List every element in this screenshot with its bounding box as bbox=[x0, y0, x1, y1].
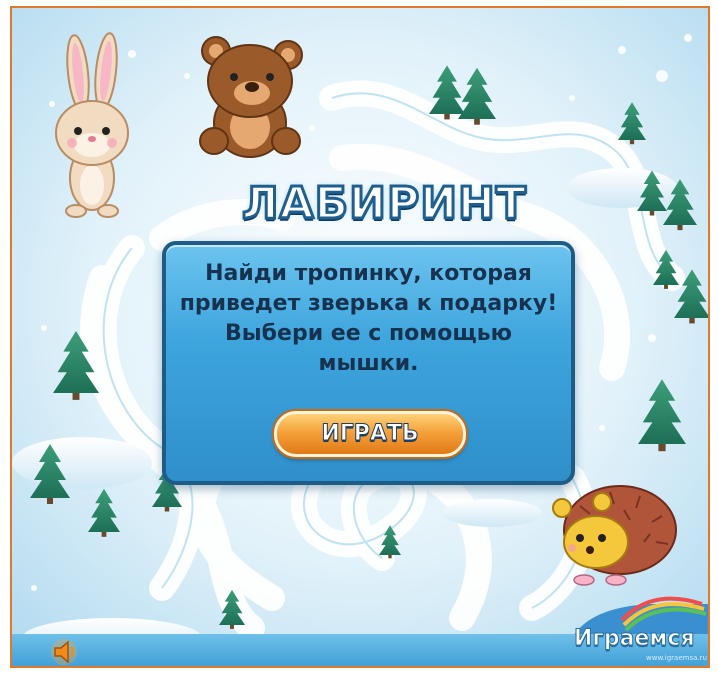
brand-logo[interactable]: Играемся www.igraemsa.ru bbox=[564, 604, 708, 666]
instruction-line: приведет зверька к подарку! bbox=[179, 291, 558, 316]
bear-character bbox=[199, 36, 303, 158]
game-title: ЛАБИРИНТ bbox=[241, 177, 528, 231]
instruction-line: Найди тропинку, которая bbox=[205, 261, 532, 286]
instruction-line: Выбери ее с помощью bbox=[225, 321, 512, 346]
play-button[interactable]: ИГРАТЬ bbox=[274, 411, 466, 457]
sound-button[interactable] bbox=[50, 638, 80, 666]
instructions-text: Найди тропинку, которая приведет зверька… bbox=[176, 259, 561, 379]
game-frame: ЛАБИРИНТ Найди тропинку, которая приведе… bbox=[10, 6, 710, 668]
brand-name: Играемся bbox=[574, 626, 696, 652]
instruction-line: мышки. bbox=[318, 351, 419, 376]
instructions-panel: Найди тропинку, которая приведет зверька… bbox=[162, 241, 575, 485]
speaker-icon bbox=[51, 639, 77, 665]
brand-url: www.igraemsa.ru bbox=[646, 654, 707, 662]
